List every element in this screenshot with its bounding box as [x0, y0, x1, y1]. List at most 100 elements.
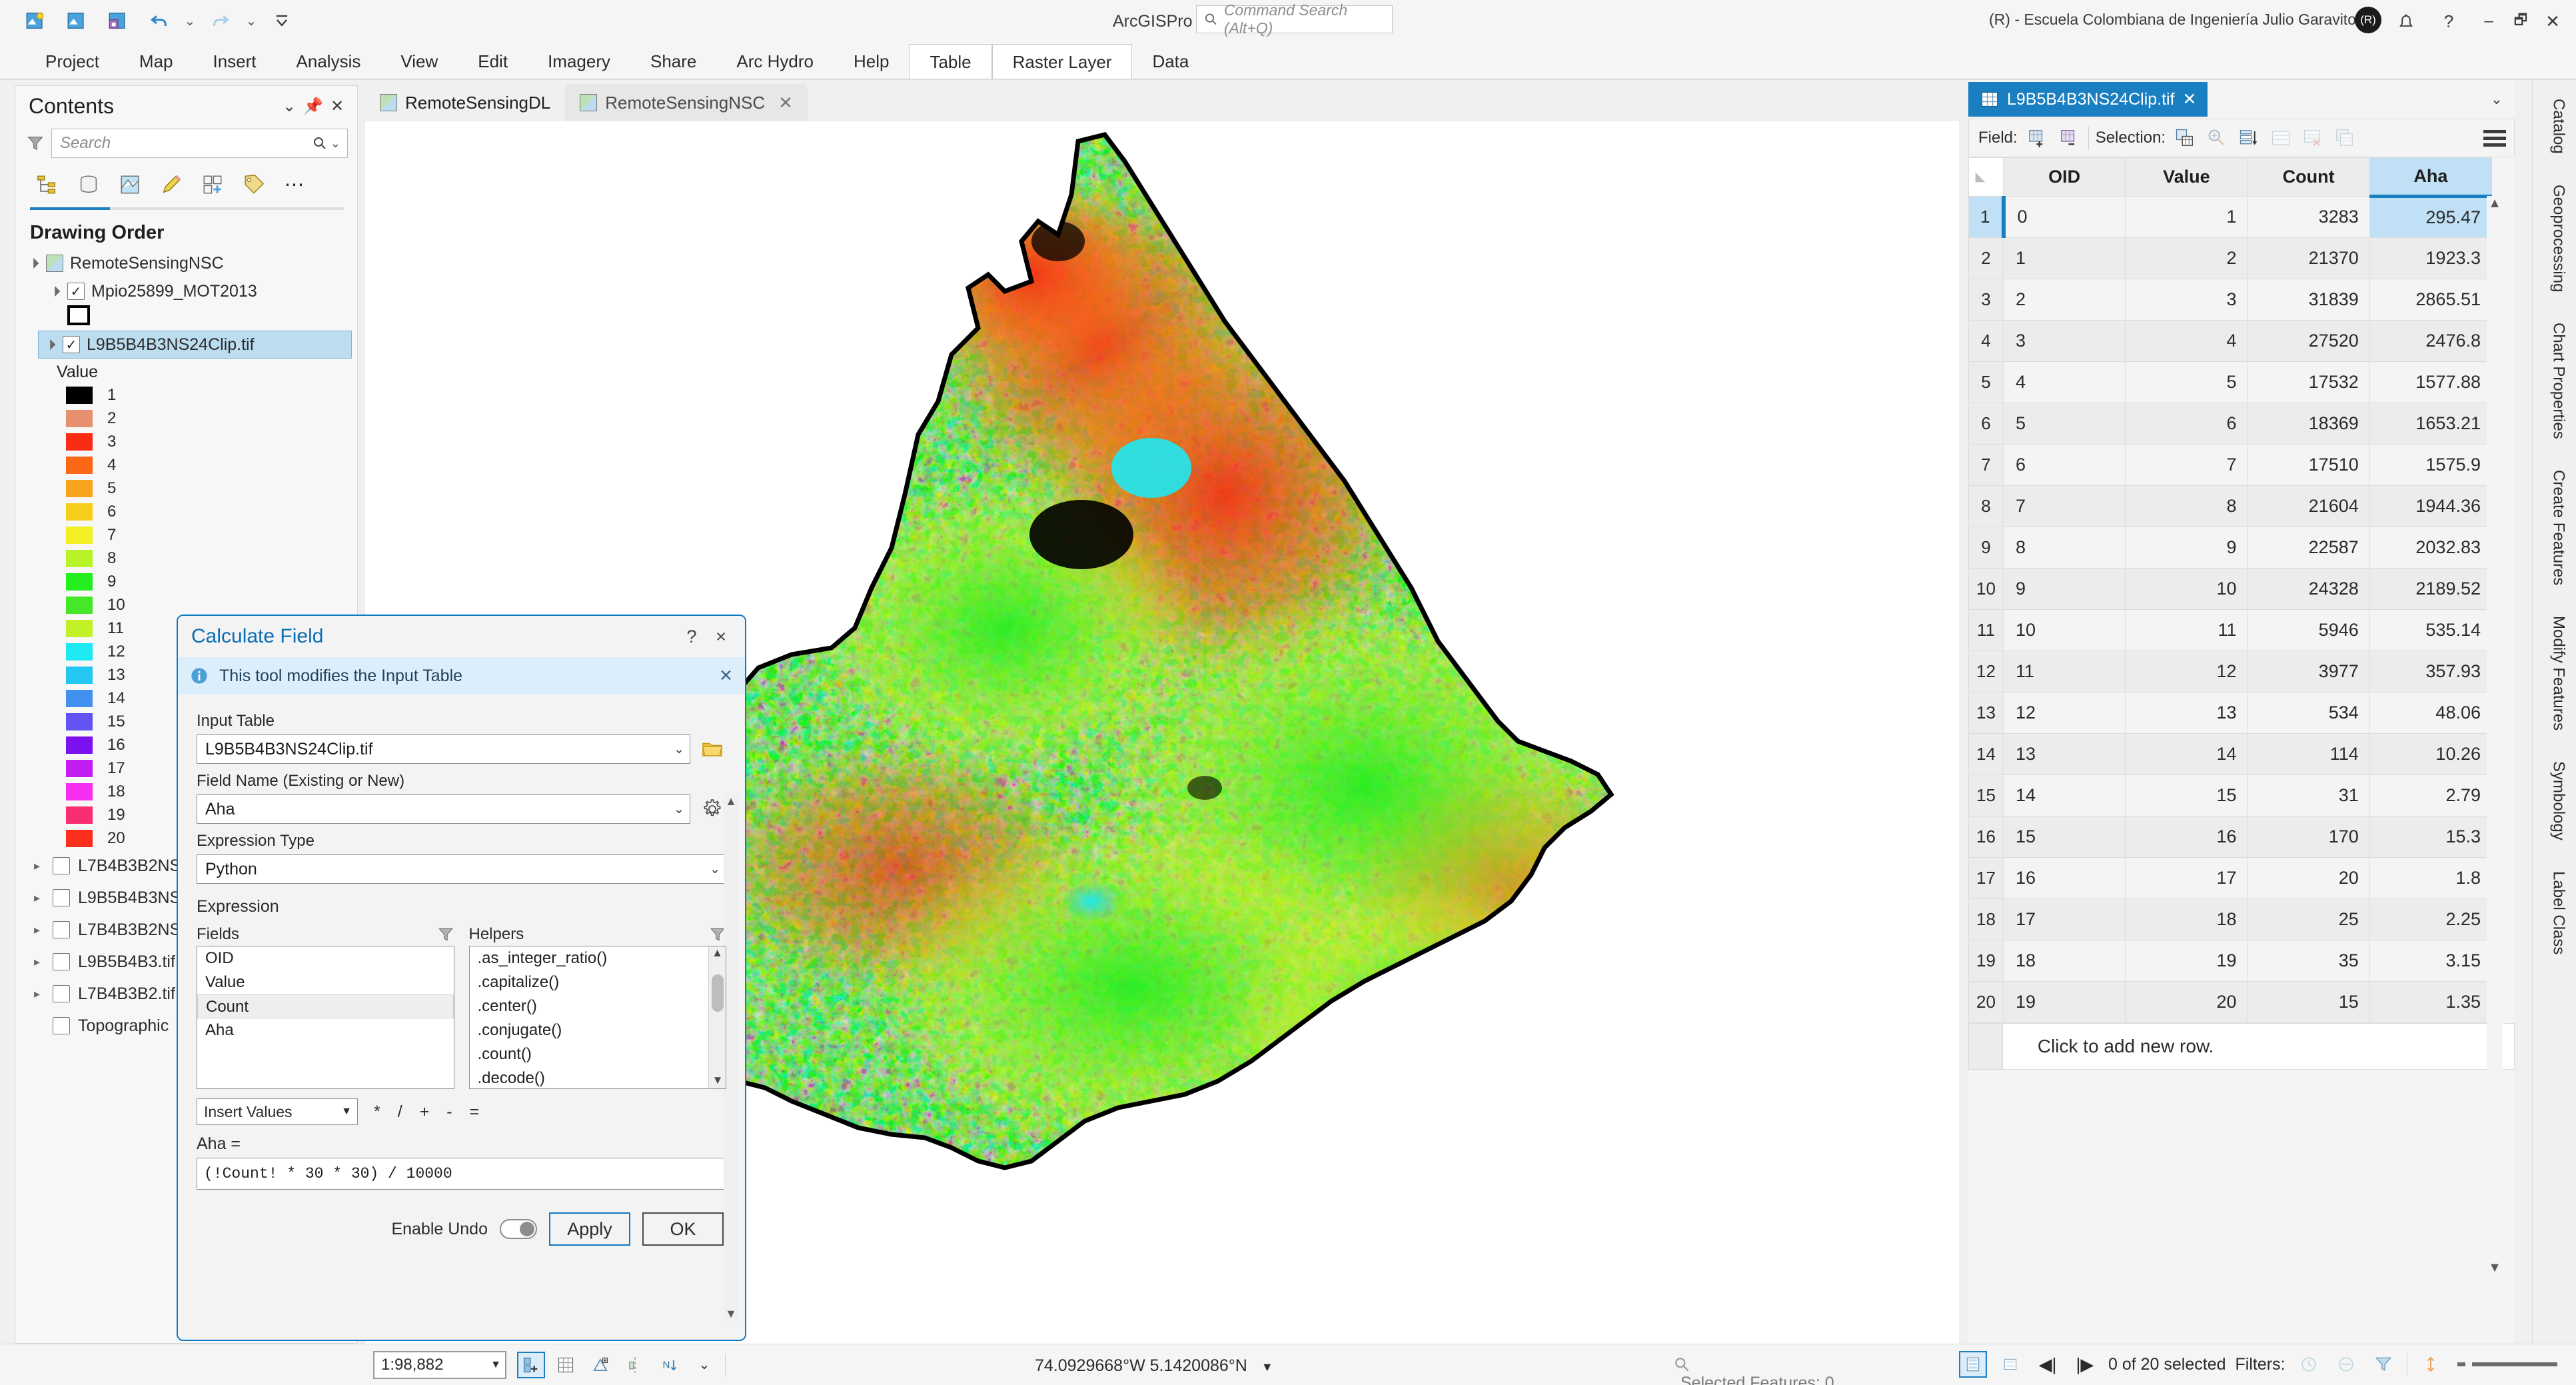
row-number[interactable]: 16 — [1968, 816, 2004, 858]
list-by-drawing-order-icon[interactable] — [29, 167, 66, 202]
table-row[interactable]: 19 18 19 35 3.15 — [1968, 940, 2493, 982]
dock-tab-catalog[interactable]: Catalog — [2541, 87, 2568, 166]
window-restore-button[interactable]: 🗗 — [2505, 8, 2536, 35]
cell-count[interactable]: 31 — [2247, 774, 2370, 816]
filter-icon[interactable] — [26, 134, 45, 153]
cell-aha[interactable]: 15.3 — [2369, 816, 2493, 858]
helper-list-item[interactable]: .decode() — [470, 1066, 726, 1088]
layer-map-remotesensingnsc[interactable]: RemoteSensingNSC — [15, 249, 357, 277]
field-list-item[interactable]: OID — [197, 946, 454, 970]
window-minimize-button[interactable]: – — [2473, 8, 2504, 35]
search-icon[interactable] — [312, 135, 328, 151]
ribbon-tab-map[interactable]: Map — [119, 44, 193, 79]
cell-aha[interactable]: 1577.88 — [2369, 361, 2493, 403]
cell-value[interactable]: 13 — [2125, 692, 2248, 734]
expand-triangle-icon[interactable] — [45, 339, 56, 351]
cell-value[interactable]: 16 — [2125, 816, 2248, 858]
field-list-item[interactable]: Value — [197, 970, 454, 994]
cell-value[interactable]: 11 — [2125, 609, 2248, 651]
column-header-aha[interactable]: Aha — [2369, 157, 2493, 198]
cell-value[interactable]: 19 — [2125, 940, 2248, 982]
cell-aha[interactable]: 3.15 — [2369, 940, 2493, 982]
layer-mpio25899-mot2013[interactable]: ✓ Mpio25899_MOT2013 — [15, 277, 357, 305]
cell-count[interactable]: 27520 — [2247, 320, 2370, 362]
cell-count[interactable]: 170 — [2247, 816, 2370, 858]
cell-oid[interactable]: 19 — [2002, 981, 2126, 1023]
ok-button[interactable]: OK — [642, 1212, 724, 1246]
add-new-row[interactable]: Click to add new row. — [2002, 1023, 2515, 1070]
expand-triangle-icon[interactable]: ▸ — [34, 987, 45, 1001]
legend-row[interactable]: 1 — [15, 383, 357, 407]
ribbon-tab-view[interactable]: View — [380, 44, 458, 79]
operator-plus-button[interactable]: + — [420, 1102, 430, 1122]
operator-multiply-button[interactable]: * — [374, 1102, 380, 1122]
table-row[interactable]: 17 16 17 20 1.8 — [1968, 857, 2493, 899]
cell-count[interactable]: 22587 — [2247, 527, 2370, 569]
table-row[interactable]: 5 4 5 17532 1577.88 — [1968, 361, 2493, 403]
layer-checkbox[interactable]: ✓ — [63, 336, 80, 353]
row-number[interactable]: 8 — [1968, 485, 2004, 527]
cell-aha[interactable]: 2.25 — [2369, 898, 2493, 940]
search-options-chevron-icon[interactable]: ⌄ — [328, 137, 343, 151]
attribute-grid[interactable]: OID Value Count Aha 1 0 1 3283 295.47 2 1 2 2137… — [1968, 157, 2515, 1376]
dock-tab-geoprocessing[interactable]: Geoprocessing — [2541, 173, 2568, 304]
hamburger-menu-icon[interactable] — [2483, 129, 2506, 147]
ribbon-tab-raster-layer[interactable]: Raster Layer — [991, 44, 1133, 79]
ribbon-tab-help[interactable]: Help — [834, 44, 909, 79]
helpers-listbox[interactable]: .as_integer_ratio() .capitalize() .center(… — [468, 946, 726, 1089]
row-number[interactable]: 15 — [1968, 774, 2004, 816]
cell-oid[interactable]: 17 — [2002, 898, 2126, 940]
cell-value[interactable]: 7 — [2125, 444, 2248, 486]
dock-tab-symbology[interactable]: Symbology — [2541, 749, 2568, 852]
legend-row[interactable]: 10 — [15, 593, 357, 617]
attribute-filter-icon[interactable] — [2369, 1351, 2397, 1378]
chevron-down-icon[interactable]: ⌄ — [674, 802, 684, 817]
expand-triangle-icon[interactable]: ▸ — [34, 923, 45, 937]
row-number[interactable]: 9 — [1968, 527, 2004, 569]
table-row[interactable]: 15 14 15 31 2.79 — [1968, 774, 2493, 816]
input-table-combobox[interactable]: L9B5B4B3NS24Clip.tif ⌄ — [197, 734, 690, 764]
dock-tab-label-class[interactable]: Label Class — [2541, 859, 2568, 966]
cell-oid[interactable]: 3 — [2002, 320, 2126, 362]
form-view-icon[interactable] — [1996, 1351, 2024, 1378]
row-number[interactable]: 19 — [1968, 940, 2004, 982]
scroll-up-icon[interactable]: ▲ — [724, 794, 738, 808]
ribbon-tab-insert[interactable]: Insert — [193, 44, 277, 79]
field-name-combobox[interactable]: Aha ⌄ — [197, 794, 690, 824]
cell-oid[interactable]: 5 — [2002, 403, 2126, 445]
cell-value[interactable]: 5 — [2125, 361, 2248, 403]
pin-icon[interactable]: 📌 — [301, 94, 325, 118]
expand-triangle-icon[interactable]: ▸ — [34, 891, 45, 905]
list-by-data-source-icon[interactable] — [70, 167, 107, 202]
ribbon-tab-imagery[interactable]: Imagery — [528, 44, 630, 79]
table-row[interactable]: 3 2 3 31839 2865.51 — [1968, 279, 2493, 321]
layer-checkbox[interactable] — [53, 857, 70, 874]
notifications-bell-icon[interactable] — [2391, 8, 2421, 35]
chevron-down-icon[interactable]: ⌄ — [277, 94, 301, 118]
coordinates-chevron-icon[interactable]: ▼ — [1261, 1360, 1273, 1374]
layer-checkbox[interactable] — [53, 985, 70, 1002]
cell-oid[interactable]: 6 — [2002, 444, 2126, 486]
dialog-help-icon[interactable]: ? — [677, 627, 706, 647]
table-row[interactable]: 7 6 7 17510 1575.9 — [1968, 444, 2493, 486]
cell-oid[interactable]: 13 — [2002, 733, 2126, 775]
list-by-selection-icon[interactable] — [111, 167, 149, 202]
dock-tab-chart-properties[interactable]: Chart Properties — [2541, 311, 2568, 451]
layer-checkbox[interactable]: ✓ — [67, 283, 85, 300]
status-tools-chevron-icon[interactable]: ⌄ — [690, 1352, 718, 1378]
cell-oid[interactable]: 16 — [2002, 857, 2126, 899]
measure-icon[interactable] — [586, 1352, 614, 1378]
copy-selection-icon[interactable] — [2332, 127, 2357, 149]
table-row[interactable]: 13 12 13 534 48.06 — [1968, 692, 2493, 734]
ribbon-tab-share[interactable]: Share — [630, 44, 716, 79]
cell-value[interactable]: 8 — [2125, 485, 2248, 527]
cell-value[interactable]: 17 — [2125, 857, 2248, 899]
ribbon-tab-project[interactable]: Project — [25, 44, 119, 79]
cell-oid[interactable]: 8 — [2002, 527, 2126, 569]
layer-checkbox[interactable] — [53, 921, 70, 938]
enable-undo-toggle[interactable] — [500, 1219, 537, 1239]
helpers-scrollbar[interactable]: ▲ ▼ — [708, 946, 726, 1088]
close-icon[interactable]: ✕ — [325, 94, 349, 118]
more-options-icon[interactable]: ⋯ — [277, 167, 314, 202]
layer-checkbox[interactable] — [53, 953, 70, 970]
